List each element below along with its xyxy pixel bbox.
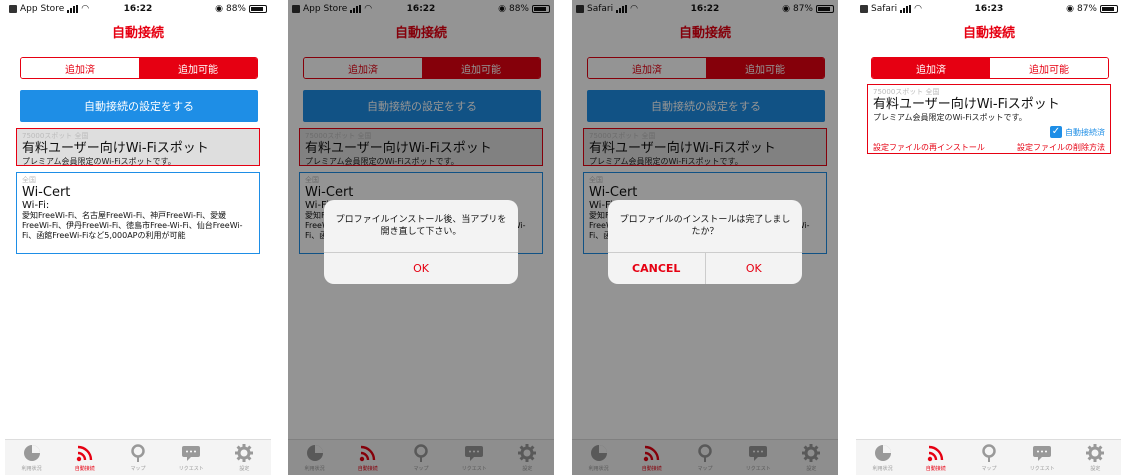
spot-card-premium[interactable]: 75000スポット 全国 有料ユーザー向けWi-Fiスポット プレミアム会員限定… [16, 128, 260, 166]
wifi-signal-icon [76, 445, 92, 462]
wifi-label: Wi-Fi: [22, 200, 50, 211]
auto-connect-setup-button[interactable]: 自動接続の設定をする [20, 90, 258, 122]
spot-subtitle: プレミアム会員限定のWi-Fiスポットです。 [873, 113, 1027, 122]
reinstall-profile-link[interactable]: 設定ファイルの再インストール [873, 142, 985, 153]
chat-bubble-icon [1033, 446, 1052, 461]
tab-label: リクエスト [1029, 466, 1055, 472]
tab-added[interactable]: 追加済 [21, 58, 139, 78]
chat-bubble-icon [182, 446, 201, 461]
tab-label: 利用状況 [872, 466, 893, 472]
battery-icon [1100, 5, 1118, 13]
tab-map[interactable]: マップ [111, 440, 164, 475]
auto-connect-status: 自動接続済 [1065, 127, 1105, 137]
tab-label: マップ [981, 466, 997, 472]
tab-bar: 利用状況 自動接続 マップ リクエスト 設定 [856, 439, 1121, 475]
tab-available[interactable]: 追加可能 [139, 58, 257, 78]
tab-request[interactable]: リクエスト [165, 440, 218, 475]
tab-bar: 利用状況 自動接続 マップ リクエスト 設定 [5, 439, 271, 475]
spot-description: 愛知FreeWi-Fi、名古屋FreeWi-Fi、神戸FreeWi-Fi、愛媛F… [22, 211, 243, 240]
auto-connect-checkbox[interactable]: ✓ [1050, 126, 1062, 138]
delete-profile-link[interactable]: 設定ファイルの削除方法 [1017, 142, 1105, 153]
tab-label: 設定 [239, 466, 250, 472]
tab-label: 利用状況 [21, 466, 42, 472]
tab-label: 自動接続 [925, 466, 946, 472]
segmented-control: 追加済 追加可能 [20, 57, 258, 79]
status-bar: Safari ◠ 16:23 ◉ 87% [856, 0, 1121, 18]
status-bar: App Store ◠ 16:22 ◉ 88% [5, 0, 271, 18]
alert-ok-button[interactable]: OK [706, 253, 803, 284]
alarm-icon: ◉ [215, 4, 223, 14]
spot-title: 有料ユーザー向けWi-Fiスポット [873, 97, 1060, 112]
alert-cancel-button[interactable]: CANCEL [608, 253, 705, 284]
battery-icon [249, 5, 267, 13]
screen-auto-connect-added: Safari ◠ 16:23 ◉ 87% 自動接続 追加済 追加可能 75000スポ… [856, 0, 1121, 475]
tab-settings[interactable]: 設定 [218, 440, 271, 475]
alert-dialog: プロファイルインストール後、当アプリを開き直して下さい。 OK [324, 200, 518, 284]
alert-dialog: プロファイルのインストールは完了しましたか？ CANCEL OK [608, 200, 802, 284]
page-title: 自動接続 [111, 26, 164, 41]
tab-auto-connect[interactable]: 自動接続 [58, 440, 111, 475]
spot-title: 有料ユーザー向けWi-Fiスポット [22, 141, 209, 156]
tab-label: 自動接続 [74, 466, 95, 472]
tab-settings[interactable]: 設定 [1069, 440, 1121, 475]
spot-meta: 全国 [22, 176, 36, 184]
tab-usage[interactable]: 利用状況 [856, 440, 909, 475]
map-pin-icon [982, 444, 996, 462]
alarm-icon: ◉ [1066, 4, 1074, 14]
tab-usage[interactable]: 利用状況 [5, 440, 58, 475]
segmented-control: 追加済 追加可能 [871, 57, 1109, 79]
tab-label: リクエスト [178, 466, 204, 472]
gear-icon [235, 444, 254, 462]
battery-percent: 87% [1076, 4, 1097, 14]
battery-percent: 88% [225, 4, 246, 14]
spot-title: Wi-Cert [22, 185, 71, 200]
gear-icon [1086, 444, 1105, 462]
screen-install-notice: App Store ◠ 16:22 ◉ 88% 自動接続 追加済 追加可能 自動接続… [288, 0, 554, 475]
spot-meta: 75000スポット 全国 [22, 132, 89, 140]
tab-label: 設定 [1090, 466, 1101, 472]
alert-ok-button[interactable]: OK [324, 253, 518, 284]
spot-meta: 75000スポット 全国 [873, 88, 940, 96]
alert-message: プロファイルインストール後、当アプリを開き直して下さい。 [335, 215, 507, 237]
map-pin-icon [131, 444, 145, 462]
tab-added[interactable]: 追加済 [872, 58, 990, 78]
spot-card-wicert[interactable]: 全国 Wi-Cert Wi-Fi: 愛知FreeWi-Fi、名古屋FreeWi-… [16, 172, 260, 254]
pie-chart-icon [874, 445, 891, 461]
tab-request[interactable]: リクエスト [1016, 440, 1069, 475]
screen-install-confirm: Safari ◠ 16:22 ◉ 87% 自動接続 追加済 追加可能 自動接続の設定… [572, 0, 838, 475]
wifi-signal-icon [927, 445, 943, 462]
tab-label: マップ [130, 466, 146, 472]
screen-auto-connect-available: App Store ◠ 16:22 ◉ 88% 自動接続 追加済 追加可能 自動接続… [5, 0, 271, 475]
spot-card-premium[interactable]: 75000スポット 全国 有料ユーザー向けWi-Fiスポット プレミアム会員限定… [867, 84, 1111, 154]
spot-subtitle: プレミアム会員限定のWi-Fiスポットです。 [22, 157, 176, 166]
alert-message: プロファイルのインストールは完了しましたか？ [619, 215, 791, 237]
tab-map[interactable]: マップ [962, 440, 1015, 475]
page-title: 自動接続 [962, 26, 1015, 41]
tab-available[interactable]: 追加可能 [990, 58, 1108, 78]
pie-chart-icon [23, 445, 40, 461]
tab-auto-connect[interactable]: 自動接続 [909, 440, 962, 475]
